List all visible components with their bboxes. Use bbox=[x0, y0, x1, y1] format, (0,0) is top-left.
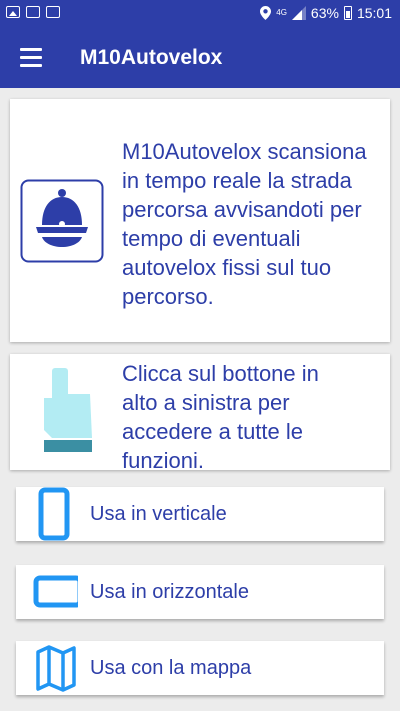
portrait-mode-label: Usa in verticale bbox=[90, 503, 227, 525]
map-icon bbox=[36, 645, 76, 692]
gallery-notification-icon bbox=[6, 6, 20, 18]
hint-text: Clicca sul bottone in alto a sinistra pe… bbox=[122, 361, 319, 473]
pointing-hand-icon bbox=[44, 368, 92, 452]
network-type-label: 4G bbox=[276, 8, 287, 17]
portrait-mode-button[interactable]: Usa in verticale bbox=[16, 487, 384, 541]
mail-notification-icon bbox=[26, 6, 40, 18]
menu-icon[interactable] bbox=[18, 46, 44, 70]
landscape-mode-button[interactable]: Usa in orizzontale bbox=[16, 565, 384, 619]
location-icon bbox=[260, 6, 272, 20]
info-card: M10Autovelox scansiona in tempo reale la… bbox=[10, 99, 390, 342]
hint-card: Clicca sul bottone in alto a sinistra pe… bbox=[10, 354, 390, 473]
phone-landscape-icon bbox=[33, 575, 78, 608]
status-bar: 4G 63% 15:01 bbox=[0, 0, 400, 28]
map-mode-label: Usa con la mappa bbox=[90, 657, 252, 679]
app-toolbar: M10Autovelox bbox=[0, 28, 400, 88]
clock: 15:01 bbox=[356, 5, 392, 21]
map-mode-button[interactable]: Usa con la mappa bbox=[16, 641, 384, 695]
signal-icon bbox=[291, 6, 306, 20]
notification-icons bbox=[6, 6, 60, 18]
battery-icon bbox=[343, 6, 352, 20]
police-helmet-icon bbox=[20, 179, 104, 263]
app-title: M10Autovelox bbox=[80, 46, 223, 69]
battery-percent: 63% bbox=[310, 5, 339, 21]
mail-notification-icon bbox=[46, 6, 60, 18]
info-text: M10Autovelox scansiona in tempo reale la… bbox=[122, 139, 367, 309]
landscape-mode-label: Usa in orizzontale bbox=[90, 581, 249, 603]
phone-portrait-icon bbox=[38, 487, 70, 541]
